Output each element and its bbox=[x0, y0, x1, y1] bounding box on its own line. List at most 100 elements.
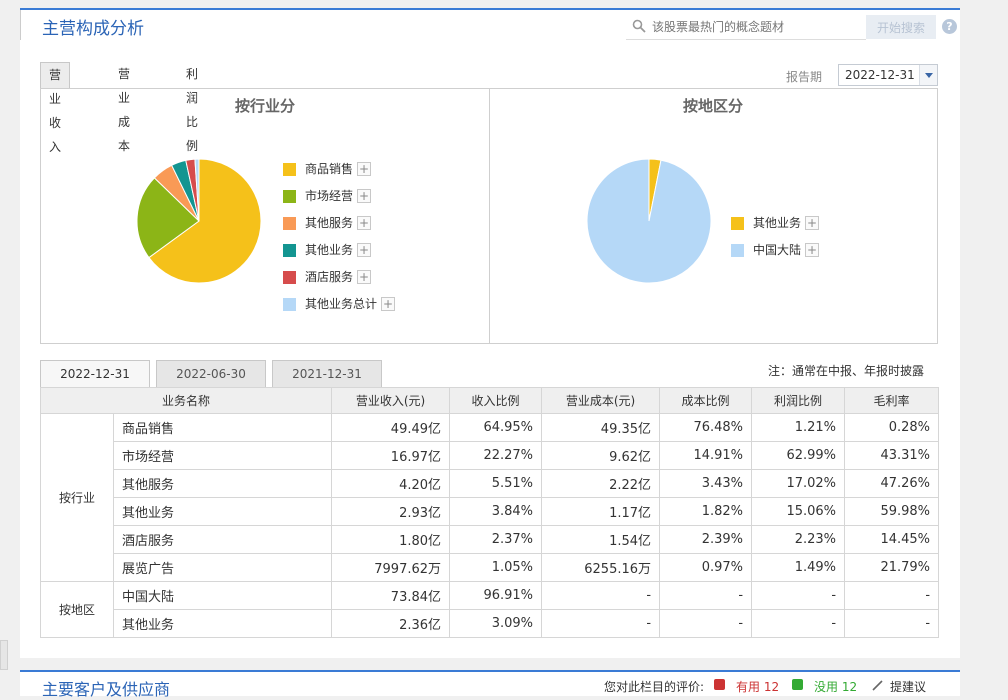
thumbs-up-icon[interactable] bbox=[714, 679, 725, 690]
value-cell: 2.39% bbox=[659, 525, 753, 554]
legend-item[interactable]: 酒店服务 + bbox=[283, 269, 423, 285]
tab-cost[interactable]: 营业成本 bbox=[110, 62, 138, 153]
value-cell: 49.49亿 bbox=[331, 413, 451, 442]
value-cell: 1.54亿 bbox=[541, 525, 661, 554]
business-table: 业务名称 营业收入(元) 收入比例 营业成本(元) 成本比例 利润比例 毛利率 … bbox=[39, 387, 940, 638]
chevron-down-icon[interactable] bbox=[919, 65, 937, 85]
customer-supplier-panel: 主要客户及供应商 您对此栏目的评价: 有用 12 没用 12 提建议 bbox=[20, 670, 960, 699]
legend-label: 其他业务总计 bbox=[305, 297, 378, 311]
region-chart-title: 按地区分 bbox=[682, 97, 743, 115]
expand-plus-icon[interactable]: + bbox=[381, 297, 395, 311]
table-row: 市场经营 16.97亿 22.27% 9.62亿 14.91% 62.99% 43.31% bbox=[41, 441, 940, 470]
legend-label: 中国大陆 bbox=[753, 243, 802, 257]
value-cell: 14.91% bbox=[659, 441, 753, 470]
value-cell: 5.51% bbox=[449, 469, 543, 498]
expand-plus-icon[interactable]: + bbox=[357, 270, 371, 284]
business-name-cell: 其他业务 bbox=[112, 609, 333, 638]
disclosure-note: 注：通常在中报、年报时披露 bbox=[768, 364, 925, 378]
legend-swatch bbox=[283, 244, 296, 257]
value-cell: 17.02% bbox=[751, 469, 846, 498]
region-pie-chart bbox=[586, 158, 712, 284]
col-header: 收入比例 bbox=[449, 387, 543, 414]
value-cell: 0.28% bbox=[844, 413, 940, 442]
expand-plus-icon[interactable]: + bbox=[805, 216, 819, 230]
business-name-cell: 酒店服务 bbox=[112, 525, 333, 554]
group-label: 按行业 bbox=[40, 413, 114, 582]
business-name-cell: 其他业务 bbox=[112, 497, 333, 526]
tab-period-2021-12-31[interactable]: 2021-12-31 bbox=[272, 360, 382, 388]
value-cell: 96.91% bbox=[449, 581, 543, 610]
legend-swatch bbox=[731, 217, 744, 230]
col-header: 利润比例 bbox=[751, 387, 846, 414]
col-header: 营业收入(元) bbox=[331, 387, 451, 414]
value-cell: 3.43% bbox=[659, 469, 753, 498]
search-icon bbox=[632, 19, 646, 33]
value-cell: 1.82% bbox=[659, 497, 753, 526]
expand-plus-icon[interactable]: + bbox=[357, 162, 371, 176]
table-header-row: 业务名称 营业收入(元) 收入比例 营业成本(元) 成本比例 利润比例 毛利率 bbox=[39, 387, 940, 414]
tab-revenue[interactable]: 营业收入 bbox=[40, 62, 71, 154]
value-cell: 0.97% bbox=[659, 553, 753, 582]
report-period-value: 2022-12-31 bbox=[845, 68, 915, 82]
table-row: 其他业务 2.93亿 3.84% 1.17亿 1.82% 15.06% 59.98% bbox=[41, 497, 940, 526]
panel-header: 主营构成分析 开始搜索 ? bbox=[20, 10, 960, 40]
pie-slice[interactable] bbox=[586, 158, 712, 284]
legend-item[interactable]: 市场经营 + bbox=[283, 188, 423, 204]
legend-item[interactable]: 中国大陆 + bbox=[731, 242, 871, 258]
value-cell: 43.31% bbox=[844, 441, 940, 470]
expand-plus-icon[interactable]: + bbox=[357, 216, 371, 230]
search-input[interactable] bbox=[652, 16, 862, 38]
tab-period-2022-12-31[interactable]: 2022-12-31 bbox=[40, 360, 150, 388]
value-cell: 22.27% bbox=[449, 441, 543, 470]
search-button[interactable]: 开始搜索 bbox=[866, 15, 936, 39]
col-header: 营业成本(元) bbox=[541, 387, 661, 414]
value-cell: 1.21% bbox=[751, 413, 846, 442]
value-cell: 3.84% bbox=[449, 497, 543, 526]
value-cell: 62.99% bbox=[751, 441, 846, 470]
legend-item[interactable]: 其他业务 + bbox=[731, 215, 871, 231]
legend-item[interactable]: 其他业务 + bbox=[283, 242, 423, 258]
business-name-cell: 市场经营 bbox=[112, 441, 333, 470]
side-tab[interactable] bbox=[0, 640, 8, 670]
value-cell: 2.36亿 bbox=[331, 609, 451, 638]
value-cell: 9.62亿 bbox=[541, 441, 661, 470]
expand-plus-icon[interactable]: + bbox=[357, 189, 371, 203]
value-cell: - bbox=[659, 581, 753, 610]
value-cell: 47.26% bbox=[844, 469, 940, 498]
value-cell: 21.79% bbox=[844, 553, 940, 582]
business-name-cell: 其他服务 bbox=[112, 469, 333, 498]
industry-pie-chart bbox=[136, 158, 262, 284]
value-cell: 2.23% bbox=[751, 525, 846, 554]
table-row: 按行业 商品销售 49.49亿 64.95% 49.35亿 76.48% 1.21% 0.28… bbox=[40, 413, 940, 582]
legend-swatch bbox=[731, 244, 744, 257]
tab-profit-ratio[interactable]: 利润比例 bbox=[178, 62, 206, 153]
expand-plus-icon[interactable]: + bbox=[357, 243, 371, 257]
legend-label: 其他业务 bbox=[753, 216, 802, 230]
value-cell: 76.48% bbox=[659, 413, 753, 442]
suggest-button[interactable]: 提建议 bbox=[890, 678, 926, 695]
report-period-select[interactable]: 2022-12-31 bbox=[838, 64, 938, 86]
value-cell: - bbox=[659, 609, 753, 638]
useful-button[interactable]: 有用 12 bbox=[736, 678, 779, 695]
legend-item[interactable]: 其他业务总计 + bbox=[283, 296, 423, 312]
table-row: 展览广告 7997.62万 1.05% 6255.16万 0.97% 1.49% 21.79… bbox=[41, 553, 940, 582]
pen-icon[interactable] bbox=[872, 680, 883, 691]
legend-item[interactable]: 商品销售 + bbox=[283, 161, 423, 177]
value-cell: 14.45% bbox=[844, 525, 940, 554]
legend-swatch bbox=[283, 163, 296, 176]
legend-item[interactable]: 其他服务 + bbox=[283, 215, 423, 231]
legend-swatch bbox=[283, 271, 296, 284]
industry-chart-title: 按行业分 bbox=[234, 97, 295, 115]
legend-label: 其他业务 bbox=[305, 243, 354, 257]
thumbs-down-icon[interactable] bbox=[792, 679, 803, 690]
table-row: 酒店服务 1.80亿 2.37% 1.54亿 2.39% 2.23% 14.45% bbox=[41, 525, 940, 554]
value-cell: - bbox=[541, 581, 661, 610]
panel-title: 主营构成分析 bbox=[42, 19, 144, 39]
tab-period-2022-06-30[interactable]: 2022-06-30 bbox=[156, 360, 266, 388]
legend-label: 市场经营 bbox=[305, 189, 354, 203]
expand-plus-icon[interactable]: + bbox=[805, 243, 819, 257]
help-icon[interactable]: ? bbox=[942, 19, 957, 34]
value-cell: 59.98% bbox=[844, 497, 940, 526]
useless-button[interactable]: 没用 12 bbox=[814, 678, 857, 695]
value-cell: 2.93亿 bbox=[331, 497, 451, 526]
